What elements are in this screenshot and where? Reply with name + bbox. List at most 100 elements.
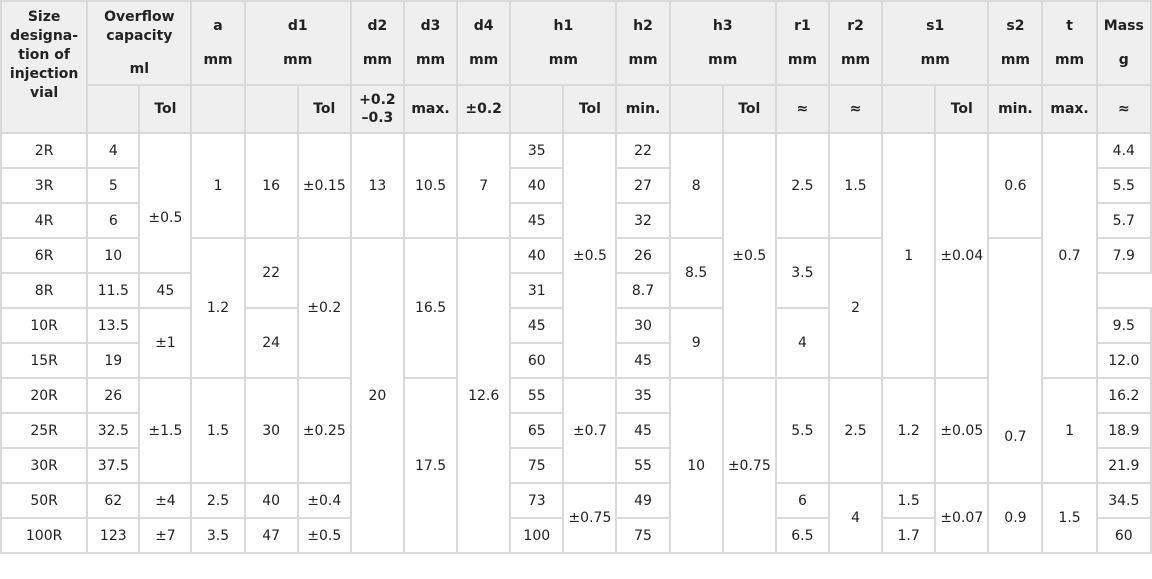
cell-size: 100R (0, 517, 89, 554)
subheader-r2: ≈ (827, 84, 884, 134)
cell-a: 1.2 (190, 237, 246, 379)
cell-r1: 6 (774, 482, 830, 519)
subheader-r1: ≈ (774, 84, 830, 134)
cell-size: 15R (0, 342, 89, 379)
subheader-d1-nominal (243, 84, 299, 134)
cell-h2: 75 (615, 517, 671, 554)
subheader-d1-tol: Tol (296, 84, 352, 134)
table-row: 2R 4 ±0.5 1 16 ±0.15 13 10.5 7 35 ±0.5 2… (0, 132, 1152, 379)
cell-size: 4R (0, 202, 89, 239)
header-label: s1 (926, 18, 945, 34)
header-label: h3 (712, 18, 733, 34)
subheader-capacity-nominal (86, 84, 141, 134)
cell-h1: 73 (509, 482, 565, 519)
cell-size: 10R (0, 307, 89, 344)
header-d2: d2 mm (349, 0, 405, 86)
header-unit: mm (469, 52, 499, 68)
cell-h1: 55 (509, 377, 565, 414)
header-d4: d4 mm (456, 0, 512, 86)
cell-d1-tol: ±0.25 (296, 377, 352, 484)
cell-mass: 60 (1095, 517, 1152, 554)
cell-d1: 22 (243, 237, 299, 309)
table-header: Size designa-tion of injection vial Over… (0, 0, 1152, 134)
cell-h2: 35 (615, 377, 671, 414)
cell-capacity: 26 (86, 377, 141, 414)
cell-r1: 3.5 (774, 237, 830, 309)
cell-capacity: 37.5 (86, 447, 141, 484)
d2-tol-plus: +0.2 (359, 92, 396, 108)
cell-d4: 12.6 (456, 237, 512, 554)
cell-mass: 7.9 (1095, 237, 1152, 274)
cell-size: 2R (0, 132, 89, 169)
header-label: Mass (1103, 18, 1144, 34)
cell-r1: 4 (774, 307, 830, 379)
cell-h2: 27 (615, 167, 671, 204)
header-mass: Mass g (1095, 0, 1152, 86)
cell-s1-tol: ±0.04 (934, 132, 990, 379)
cell-h1: 45 (509, 307, 565, 344)
cell-d1: 16 (243, 132, 299, 239)
subheader-s1-tol: Tol (934, 84, 990, 134)
subheader-d4: ±0.2 (456, 84, 512, 134)
cell-h1-tol: ±0.5 (562, 132, 618, 379)
cell-h2: 45 (615, 342, 671, 379)
cell-d2: 13 (349, 132, 405, 239)
cell-a: 3.5 (190, 517, 246, 554)
cell-size: 3R (0, 167, 89, 204)
cell-a: 1 (190, 132, 246, 239)
header-h2: h2 mm (615, 0, 671, 86)
cell-r1: 5.5 (774, 377, 830, 484)
cell-t: 0.7 (1041, 132, 1098, 379)
cell-capacity: 19 (86, 342, 141, 379)
subheader-s2: min. (987, 84, 1044, 134)
cell-d1-tol: ±0.2 (296, 237, 352, 379)
header-unit: mm (415, 52, 446, 68)
subheader-h1-nominal (509, 84, 565, 134)
cell-r2: 2.5 (827, 377, 884, 484)
cell-h1: 75 (509, 447, 565, 484)
table-row: 50R 62 ±4 2.5 40 ±0.4 73 ±0.75 49 6 4 1.… (0, 482, 1152, 554)
cell-s2: 0.9 (987, 482, 1044, 554)
cell-h1-tol: ±0.75 (562, 482, 618, 554)
cell-r2: 2 (827, 237, 884, 379)
cell-capacity-tol: ±1.5 (138, 377, 193, 484)
cell-capacity-tol: ±0.5 (138, 132, 193, 274)
cell-capacity: 6 (86, 202, 141, 239)
cell-capacity: 10 (86, 237, 141, 274)
cell-h2: 30 (615, 307, 671, 344)
header-h1: h1 mm (509, 0, 618, 86)
cell-h1: 100 (509, 517, 565, 554)
header-label: a (213, 18, 223, 34)
cell-s1: 1.2 (881, 377, 937, 484)
header-label: s2 (1006, 18, 1025, 34)
header-d1: d1 mm (243, 0, 352, 86)
cell-r1: 2.5 (774, 132, 830, 239)
cell-size: 6R (0, 237, 89, 274)
cell-h1: 40 (509, 167, 565, 204)
subheader-capacity-tol: Tol (138, 84, 193, 134)
cell-d2: 20 (349, 237, 405, 554)
header-label: h1 (553, 18, 574, 34)
header-label: h2 (633, 18, 653, 34)
header-label: Overflow capacity (104, 9, 175, 44)
header-unit: ml (129, 61, 150, 77)
header-unit: g (1118, 52, 1129, 68)
cell-capacity: 13.5 (86, 307, 141, 344)
header-unit: mm (362, 52, 392, 68)
cell-s1: 1.7 (881, 517, 937, 554)
header-label: d4 (473, 18, 494, 34)
header-t: t mm (1041, 0, 1098, 86)
cell-s2: 0.6 (987, 132, 1044, 239)
header-label: d1 (287, 18, 308, 34)
header-label: d3 (420, 18, 441, 34)
header-label: r1 (794, 18, 811, 34)
cell-h2: 22 (615, 132, 671, 169)
subheader-h2: min. (615, 84, 671, 134)
header-unit: mm (708, 52, 738, 68)
cell-h1: 60 (509, 342, 565, 379)
header-unit: mm (787, 52, 817, 68)
cell-t: 1.5 (1041, 482, 1098, 554)
cell-h3: 10 (668, 377, 724, 554)
subheader-a (190, 84, 246, 134)
header-s2: s2 mm (987, 0, 1044, 86)
